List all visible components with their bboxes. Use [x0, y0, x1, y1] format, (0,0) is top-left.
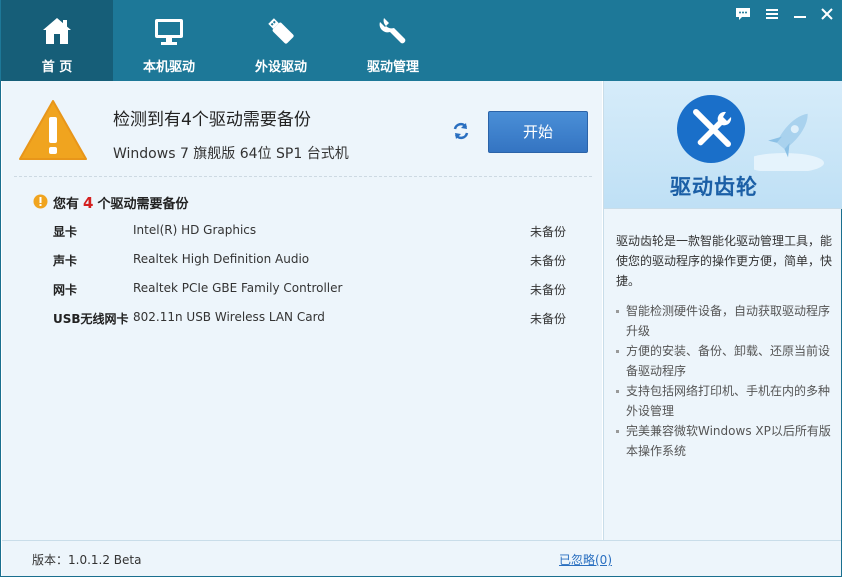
feature-item: 方便的安装、备份、卸载、还原当前设备驱动程序	[616, 341, 834, 381]
rocket-icon	[754, 113, 824, 171]
driver-category: USB无线网卡	[53, 312, 129, 326]
tab-driver-management-label: 驱动管理	[366, 60, 419, 75]
driver-backup-panel: 检测到有4个驱动需要备份 Windows 7 旗舰版 64位 SP1 台式机 开…	[2, 81, 602, 540]
driver-category: 声卡	[53, 254, 78, 268]
tab-peripheral-drivers-label: 外设驱动	[254, 60, 307, 75]
wrench-icon	[379, 18, 406, 44]
feature-list: 智能检测硬件设备，自动获取驱动程序升级 方便的安装、备份、卸载、还原当前设备驱动…	[616, 301, 834, 461]
usb-drive-icon	[268, 18, 294, 44]
divider	[14, 176, 592, 177]
driver-row: USB无线网卡 802.11n USB Wireless LAN Card 未备…	[2, 310, 602, 339]
driver-row: 声卡 Realtek High Definition Audio 未备份	[2, 252, 602, 281]
driver-row: 网卡 Realtek PCIe GBE Family Controller 未备…	[2, 281, 602, 310]
driver-row: 显卡 Intel(R) HD Graphics 未备份	[2, 223, 602, 252]
alert-circle-icon	[33, 194, 48, 209]
driver-name: Realtek High Definition Audio	[133, 252, 310, 266]
feature-item: 完美兼容微软Windows XP以后所有版本操作系统	[616, 421, 834, 461]
promo-banner: 驱动齿轮	[604, 81, 842, 209]
driver-category: 网卡	[53, 283, 78, 297]
version-label: 版本：1.0.1.2 Beta	[32, 553, 142, 567]
os-info: Windows 7 旗舰版 64位 SP1 台式机	[113, 146, 349, 162]
backup-headline: 检测到有4个驱动需要备份	[113, 110, 311, 130]
tab-home[interactable]: 首 页	[1, 0, 113, 81]
driver-status: 未备份	[530, 283, 567, 297]
tab-home-label: 首 页	[41, 60, 73, 75]
driver-name: 802.11n USB Wireless LAN Card	[133, 310, 325, 324]
driver-name: Realtek PCIe GBE Family Controller	[133, 281, 343, 295]
summary-count: 4	[83, 194, 94, 212]
product-description: 驱动齿轮是一款智能化驱动管理工具，能使您的驱动程序的操作更方便，简单，快捷。	[616, 234, 833, 288]
driver-name: Intel(R) HD Graphics	[133, 223, 257, 237]
summary-prefix: 您有	[53, 197, 80, 212]
backup-summary: 您有 4 个驱动需要备份	[53, 193, 188, 212]
tab-local-drivers-label: 本机驱动	[142, 60, 195, 75]
tab-peripheral-drivers[interactable]: 外设驱动	[225, 0, 337, 81]
tab-driver-management[interactable]: 驱动管理	[337, 0, 449, 81]
brand-logo-icon	[677, 95, 745, 163]
warning-icon	[19, 100, 87, 160]
home-icon	[43, 18, 71, 44]
driver-status: 未备份	[530, 312, 567, 326]
brand-name: 驱动齿轮	[670, 175, 758, 199]
monitor-icon	[155, 19, 183, 45]
menu-icon[interactable]	[763, 6, 781, 22]
minimize-icon[interactable]	[791, 6, 809, 22]
ignored-link[interactable]: 已忽略(0)	[559, 551, 612, 568]
main-area: 检测到有4个驱动需要备份 Windows 7 旗舰版 64位 SP1 台式机 开…	[0, 81, 842, 577]
feature-item: 支持包括网络打印机、手机在内的多种外设管理	[616, 381, 834, 421]
driver-status: 未备份	[530, 225, 567, 239]
feedback-icon[interactable]	[734, 6, 752, 22]
driver-status: 未备份	[530, 254, 567, 268]
close-icon[interactable]	[818, 6, 836, 22]
status-footer: 版本：1.0.1.2 Beta 已忽略(0)	[2, 540, 841, 576]
refresh-icon[interactable]	[451, 121, 471, 141]
feature-item: 智能检测硬件设备，自动获取驱动程序升级	[616, 301, 834, 341]
title-bar: 首 页 本机驱动 外设驱动 驱动管理	[0, 0, 842, 81]
start-button[interactable]: 开始	[488, 111, 588, 153]
driver-category: 显卡	[53, 225, 78, 239]
summary-suffix: 个驱动需要备份	[97, 197, 189, 212]
product-info-panel: 驱动齿轮 驱动齿轮是一款智能化驱动管理工具，能使您的驱动程序的操作更方便，简单，…	[603, 81, 842, 540]
tab-local-drivers[interactable]: 本机驱动	[113, 0, 225, 81]
